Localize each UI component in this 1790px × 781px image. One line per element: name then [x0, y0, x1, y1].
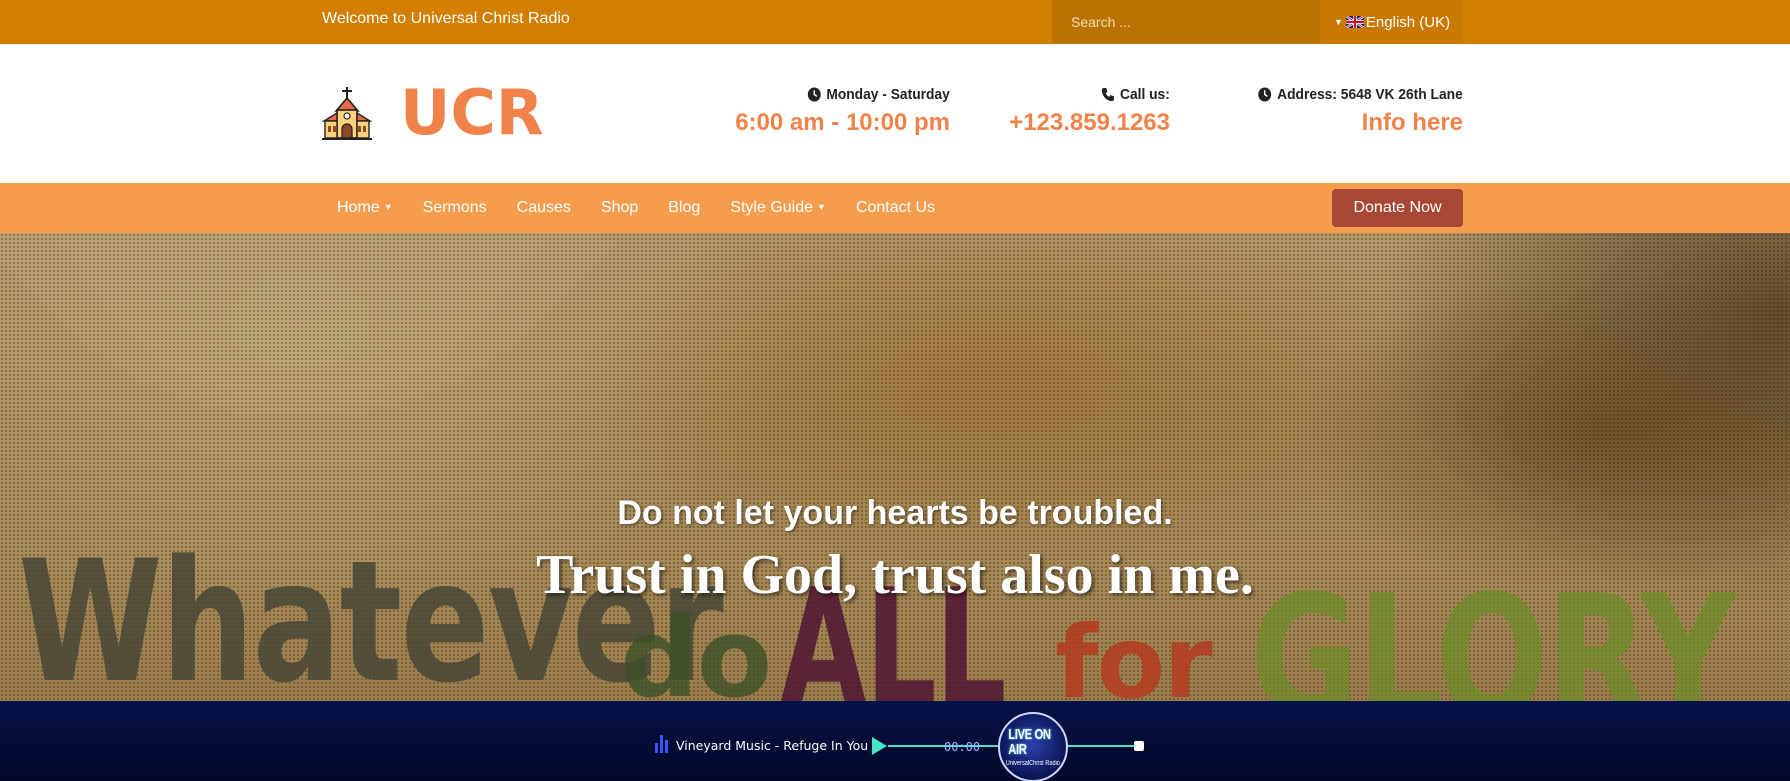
call-info: Call us: +123.859.1263	[1009, 86, 1170, 137]
site-header: UCR Monday - Saturday 6:00 am - 10:00 pm…	[0, 44, 1790, 183]
call-label: Call us:	[1120, 86, 1170, 103]
hero-heading: Do not let your hearts be troubled.	[617, 494, 1173, 532]
time-display: 00:00	[944, 740, 981, 754]
live-badge-subtext: UniversalChrist Radio	[1005, 760, 1061, 767]
language-label: English (UK)	[1365, 13, 1451, 31]
phone-number[interactable]: +123.859.1263	[1009, 109, 1170, 137]
live-on-air-badge: LIVE ON AIR UniversalChrist Radio	[998, 712, 1068, 781]
hero-subheading: Trust in God, trust also in me.	[536, 544, 1254, 606]
live-badge-text: LIVE ON AIR	[1008, 726, 1051, 758]
clock-icon	[1258, 87, 1272, 102]
nav-item-home[interactable]: Home ▼	[322, 199, 408, 217]
hours-value: 6:00 am - 10:00 pm	[735, 109, 950, 136]
donate-now-button[interactable]: Donate Now	[1332, 189, 1463, 227]
address-value: Info here	[1361, 109, 1463, 136]
search-input[interactable]	[1052, 0, 1320, 44]
logo-text: UCR	[400, 76, 544, 149]
clock-icon	[807, 87, 821, 102]
church-icon	[322, 87, 372, 140]
volume-knob[interactable]	[1134, 741, 1144, 751]
hero-banner: Whatever do ALL for GLORY Do not let you…	[0, 233, 1790, 701]
top-bar: Welcome to Universal Christ Radio ▼ Engl…	[0, 0, 1790, 44]
nav-item-sermons[interactable]: Sermons	[408, 199, 502, 217]
nav-item-shop[interactable]: Shop	[586, 199, 653, 217]
nav-item-style-guide[interactable]: Style Guide ▼	[715, 199, 841, 217]
main-nav: Home ▼ Sermons Causes Shop Blog Style Gui…	[0, 183, 1790, 233]
phone-icon	[1101, 87, 1114, 102]
track-title: Vineyard Music - Refuge In You	[676, 738, 869, 753]
caret-down-icon: ▼	[1334, 17, 1343, 27]
background-word: for	[1055, 604, 1213, 702]
address-label: Address: 5648 VK 26th Lane	[1277, 86, 1463, 103]
background-word: do	[620, 594, 772, 701]
address-info: Address: 5648 VK 26th Lane Info here	[1240, 86, 1463, 137]
welcome-text: Welcome to Universal Christ Radio	[322, 10, 570, 27]
site-logo[interactable]: UCR	[322, 82, 544, 144]
equalizer-icon	[655, 735, 671, 753]
play-icon[interactable]	[872, 737, 887, 755]
nav-item-contact-us[interactable]: Contact Us	[841, 199, 950, 217]
language-selector[interactable]: ▼ English (UK)	[1320, 0, 1463, 44]
hours-info: Monday - Saturday 6:00 am - 10:00 pm	[735, 86, 950, 137]
radio-player	[0, 701, 1790, 781]
uk-flag-icon	[1345, 16, 1364, 28]
nav-item-causes[interactable]: Causes	[502, 199, 586, 217]
caret-down-icon: ▼	[383, 202, 393, 212]
hours-label: Monday - Saturday	[826, 86, 950, 103]
nav-menu: Home ▼ Sermons Causes Shop Blog Style Gui…	[322, 183, 950, 233]
nav-item-blog[interactable]: Blog	[653, 199, 715, 217]
caret-down-icon: ▼	[817, 202, 826, 212]
